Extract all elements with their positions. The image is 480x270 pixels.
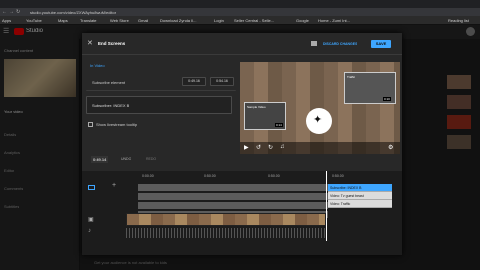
element-track[interactable] bbox=[138, 202, 328, 209]
redo-button[interactable]: REDO bbox=[146, 157, 156, 161]
clip2-time: 0:10 bbox=[383, 97, 391, 101]
subscribe-circle[interactable]: ✦ bbox=[306, 108, 332, 134]
timeline: 0:49.14 UNDO REDO 0:00.00 0:50.00 0:50.0… bbox=[82, 156, 402, 255]
endcard-video-1[interactable]: Video: Tv guest beast bbox=[328, 192, 392, 200]
bookmark-reading-list[interactable]: Reading list bbox=[448, 16, 480, 25]
undo-button[interactable]: UNDO bbox=[121, 157, 131, 161]
browser-tab-bar bbox=[0, 0, 480, 8]
rewind-icon[interactable]: ↺ bbox=[256, 144, 261, 151]
play-icon[interactable]: ▶ bbox=[244, 144, 249, 151]
endcard-subscribe[interactable]: Subscribe: INDEX B bbox=[328, 184, 392, 192]
element-track[interactable] bbox=[138, 193, 328, 200]
end-card-video-2[interactable]: Traffic 0:10 bbox=[344, 72, 396, 104]
start-time-field[interactable]: 0:49.16 bbox=[182, 77, 206, 86]
bookmarks-bar: Apps YouTube Maps Translate Web Store Gm… bbox=[0, 16, 480, 25]
end-card-list: Subscribe: INDEX B Video: Tv guest beast… bbox=[328, 184, 392, 208]
music-icon: ♪ bbox=[88, 228, 91, 234]
livestream-checkbox[interactable] bbox=[88, 122, 93, 127]
save-button[interactable]: SAVE bbox=[371, 40, 391, 48]
bookmark-google[interactable]: Google bbox=[296, 16, 309, 25]
bookmark-webstore[interactable]: Web Store bbox=[110, 16, 129, 25]
time-tick: 0:50.00 bbox=[268, 174, 280, 178]
current-time: 0:49.14 bbox=[91, 156, 109, 163]
in-video-link[interactable]: In Video bbox=[90, 63, 105, 68]
end-card-video-1[interactable]: Sample Video 0:14 bbox=[244, 102, 286, 130]
subscribe-element-label: Subscribe element bbox=[92, 80, 126, 85]
add-element-icon[interactable]: + bbox=[112, 182, 116, 189]
url-text[interactable]: studio.youtube.com/video/ZXWAyhu8wuM/edi… bbox=[30, 10, 116, 15]
time-tick: 0:50.00 bbox=[332, 174, 344, 178]
forward-icon[interactable]: ↻ bbox=[268, 144, 273, 151]
bookmark-gmail[interactable]: Gmail bbox=[138, 16, 148, 25]
bookmark-seller[interactable]: Seller Central - Selle... bbox=[234, 16, 292, 25]
subscriber-field[interactable]: Subscriber: INDEX B bbox=[86, 96, 232, 114]
editor-header: ✕ End Screens DISCARD CHANGES SAVE bbox=[82, 33, 402, 55]
end-screen-editor: ✕ End Screens DISCARD CHANGES SAVE In Vi… bbox=[82, 33, 402, 255]
bookmark-maps[interactable]: Maps bbox=[58, 16, 68, 25]
discard-changes-button[interactable]: DISCARD CHANGES bbox=[323, 42, 357, 46]
editor-title: End Screens bbox=[98, 41, 126, 46]
bookmark-home[interactable]: Home - Zumi Int... bbox=[318, 16, 368, 25]
feedback-icon[interactable] bbox=[311, 41, 317, 46]
time-tick: 0:00.00 bbox=[142, 174, 154, 178]
subscriber-field-text: Subscriber: INDEX B bbox=[92, 103, 130, 108]
subscribe-element-row[interactable]: Subscribe element 0:49.16 0:54.16 bbox=[86, 73, 236, 91]
forward-icon[interactable]: → bbox=[9, 9, 14, 15]
channel-logo-icon: ✦ bbox=[313, 114, 323, 126]
video-preview[interactable]: Sample Video 0:14 ✦ Traffic 0:10 ▶ ↺ ↻ ♫… bbox=[240, 62, 400, 154]
back-icon[interactable]: ← bbox=[2, 9, 7, 15]
clip1-time: 0:14 bbox=[275, 123, 283, 127]
video-filmstrip[interactable] bbox=[126, 213, 326, 226]
address-bar[interactable]: ← → ↻ studio.youtube.com/video/ZXWAyhu8w… bbox=[0, 8, 480, 16]
element-track[interactable] bbox=[138, 184, 328, 191]
end-time-field[interactable]: 0:54.16 bbox=[210, 77, 234, 86]
bookmark-youtube[interactable]: YouTube bbox=[26, 16, 42, 25]
audio-waveform bbox=[126, 228, 326, 238]
bookmark-login[interactable]: Login bbox=[214, 16, 224, 25]
bookmark-translate[interactable]: Translate bbox=[80, 16, 97, 25]
settings-icon[interactable]: ⚙ bbox=[388, 144, 393, 151]
close-icon[interactable]: ✕ bbox=[87, 39, 93, 47]
volume-icon[interactable]: ♫ bbox=[280, 144, 285, 150]
clip2-title: Traffic bbox=[347, 75, 356, 79]
bookmark-apps[interactable]: Apps bbox=[2, 16, 11, 25]
film-icon: ▣ bbox=[88, 217, 94, 223]
reload-icon[interactable]: ↻ bbox=[16, 9, 20, 15]
element-track-icon bbox=[88, 185, 95, 190]
time-tick: 0:50.00 bbox=[204, 174, 216, 178]
player-controls: ▶ ↺ ↻ ♫ ⚙ bbox=[240, 142, 400, 154]
livestream-checkbox-label: Show livestream tooltip bbox=[96, 122, 138, 127]
playhead[interactable] bbox=[326, 171, 327, 241]
clip1-title: Sample Video bbox=[247, 105, 266, 109]
bookmark-download[interactable]: Download Zynda Il... bbox=[160, 16, 210, 25]
endcard-video-2[interactable]: Video: Traffic bbox=[328, 200, 392, 208]
